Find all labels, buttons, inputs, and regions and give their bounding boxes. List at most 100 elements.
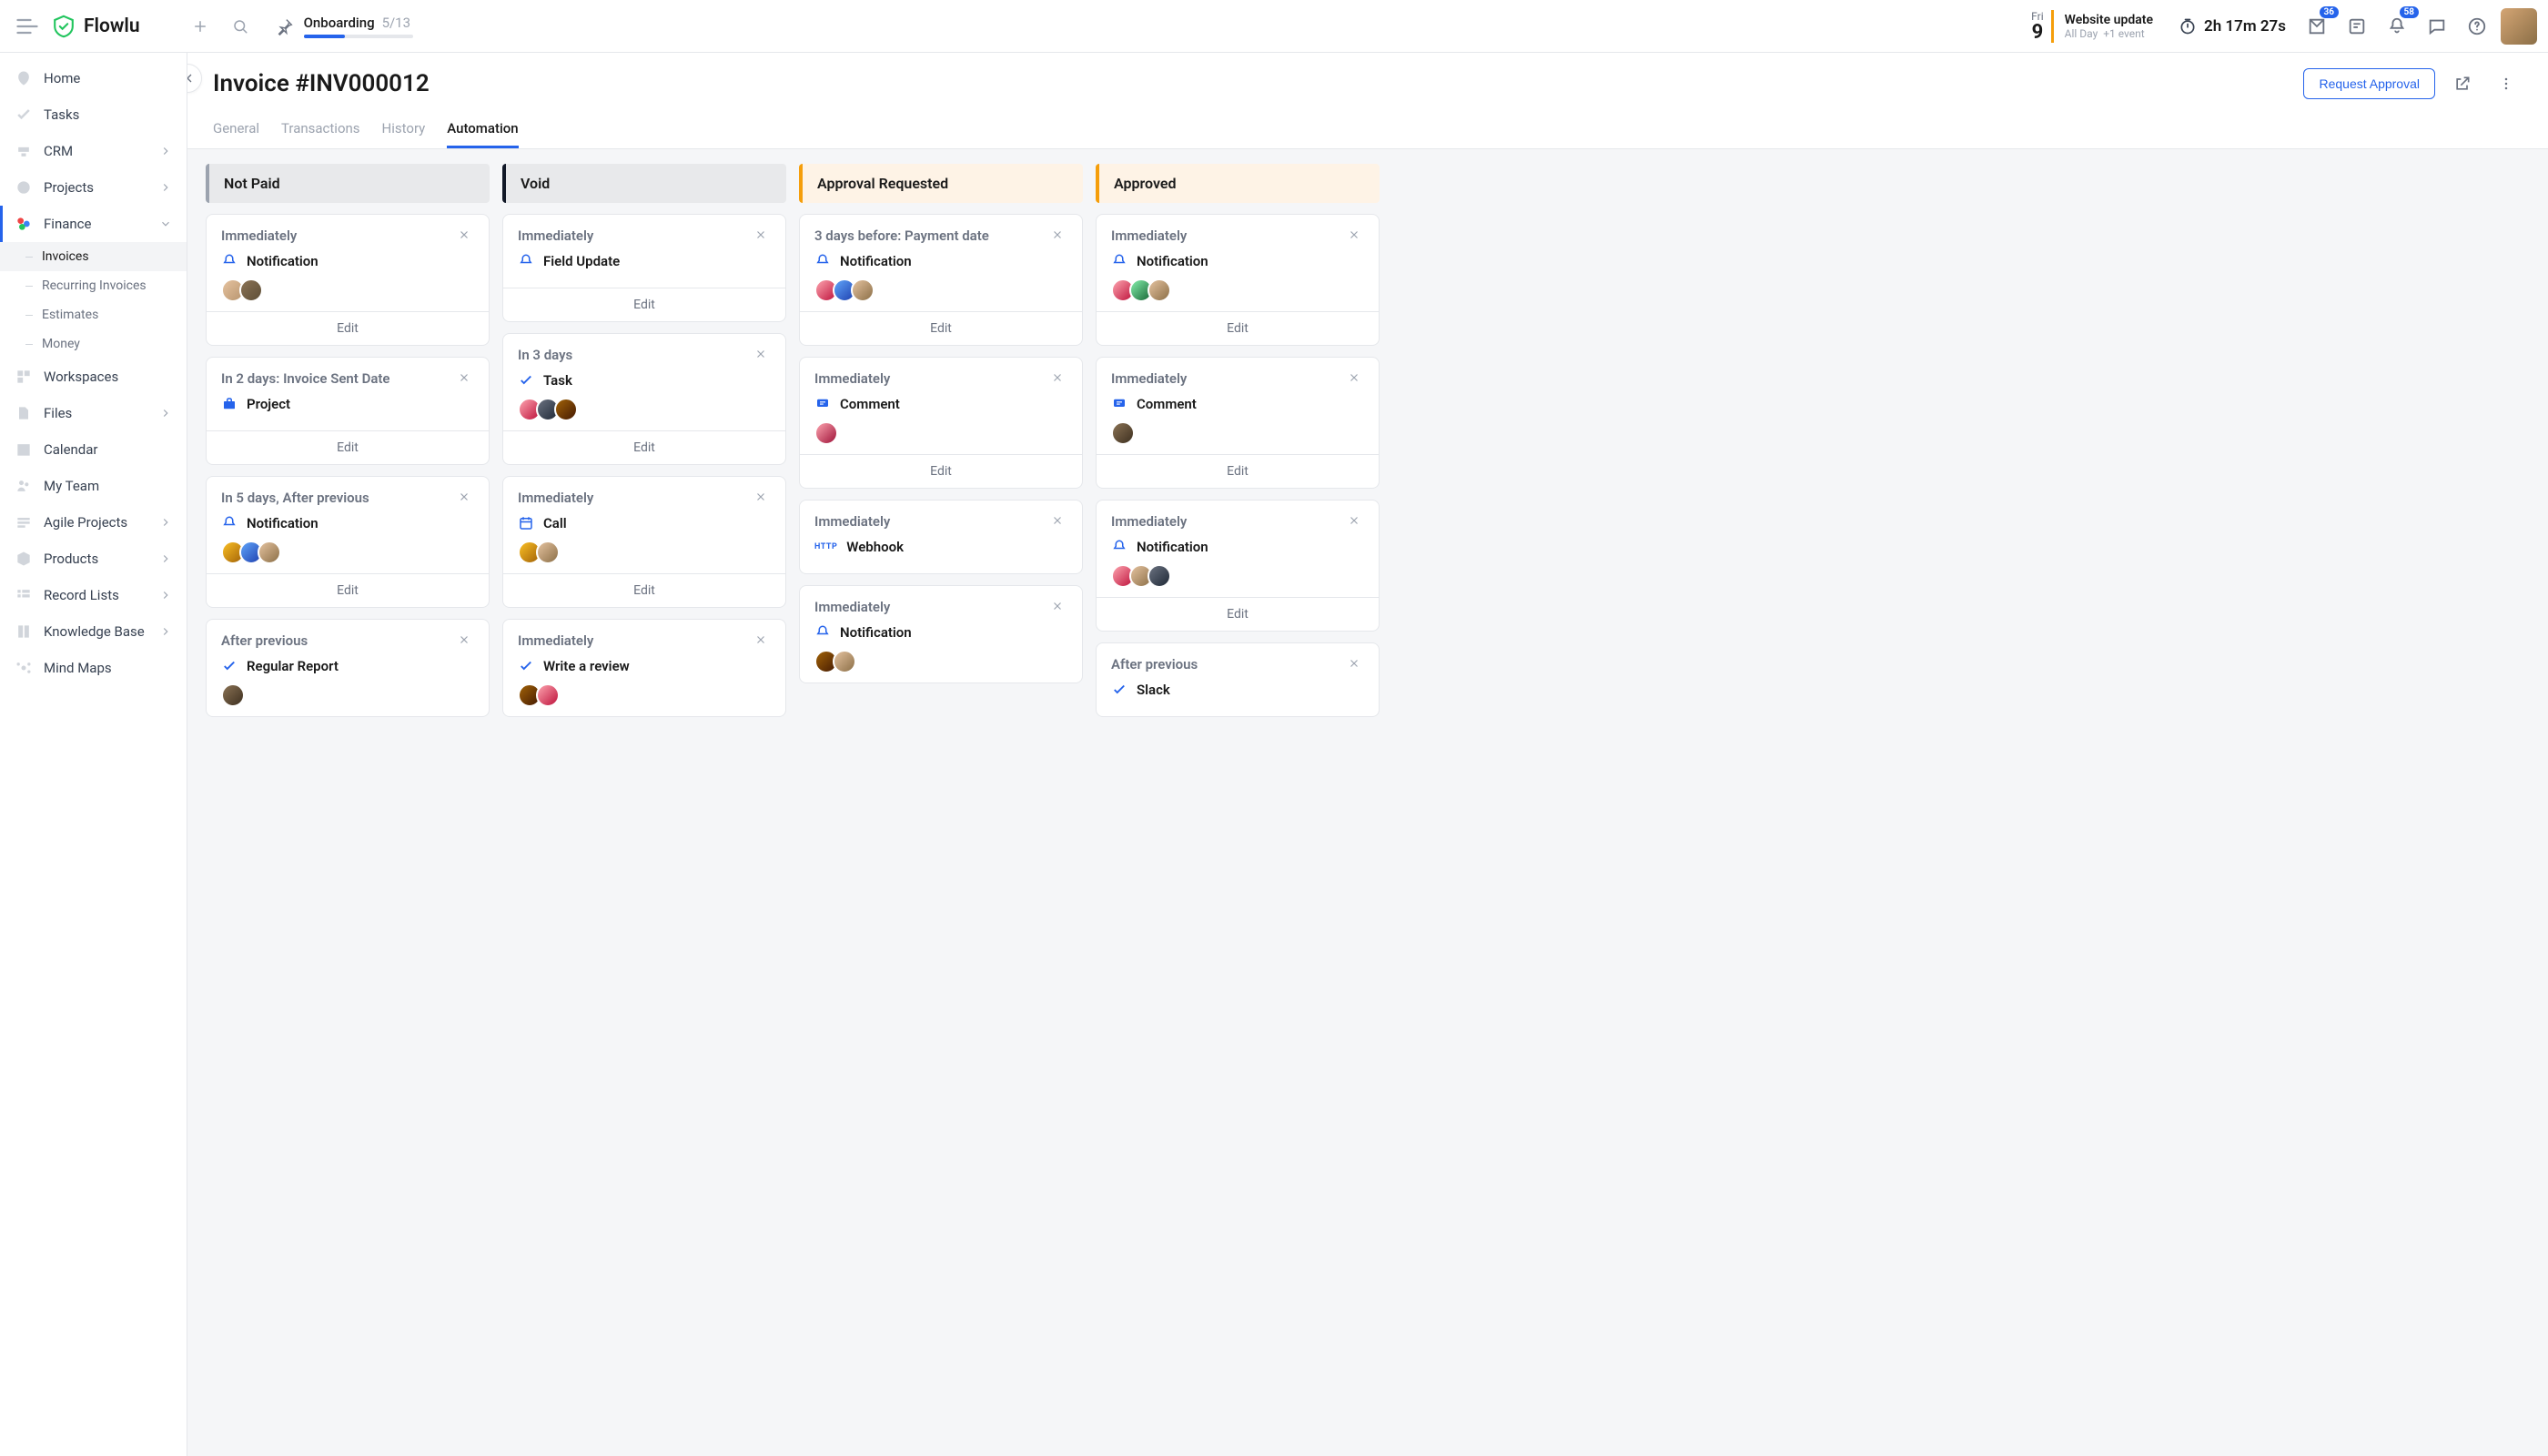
automation-board: Not Paid Immediately Notification Edit I… [187, 149, 2548, 1456]
card-close-icon[interactable] [1348, 370, 1364, 387]
sidebar-item-files[interactable]: Files [0, 395, 187, 431]
assignee-avatars [1111, 278, 1364, 302]
tab-automation[interactable]: Automation [447, 111, 518, 148]
comment-icon [814, 396, 831, 412]
card-edit-button[interactable]: Edit [1097, 597, 1379, 631]
sidebar-item-workspaces[interactable]: Workspaces [0, 359, 187, 395]
sidebar-sub-invoices[interactable]: Invoices [0, 242, 187, 271]
card-trigger: Immediately [221, 228, 297, 244]
brand-logo[interactable]: Flowlu [51, 14, 140, 39]
column-header: Not Paid [206, 164, 490, 203]
column-approved: Approved Immediately Notification Edit I… [1096, 164, 1380, 728]
tab-history[interactable]: History [382, 111, 426, 148]
card-close-icon[interactable] [1051, 599, 1067, 615]
sidebar-item-kb[interactable]: Knowledge Base [0, 613, 187, 650]
card-edit-button[interactable]: Edit [800, 311, 1082, 345]
onboarding-label: Onboarding [304, 15, 375, 31]
card-edit-button[interactable]: Edit [503, 573, 785, 607]
tab-transactions[interactable]: Transactions [281, 111, 360, 148]
inbox-icon[interactable]: 36 [2300, 10, 2333, 43]
automation-card: 3 days before: Payment date Notification… [799, 214, 1083, 346]
card-action-label: Field Update [543, 253, 620, 269]
sidebar-item-calendar[interactable]: Calendar [0, 431, 187, 468]
card-edit-button[interactable]: Edit [1097, 311, 1379, 345]
notes-icon[interactable] [2341, 10, 2373, 43]
sidebar-item-team[interactable]: My Team [0, 468, 187, 504]
onboarding-count: 5/13 [382, 15, 410, 31]
card-trigger: In 2 days: Invoice Sent Date [221, 370, 390, 387]
more-menu-icon[interactable] [2490, 67, 2523, 100]
event-widget[interactable]: Website update All Day +1 event [2051, 10, 2164, 43]
card-action-label: Call [543, 515, 567, 531]
card-close-icon[interactable] [1051, 513, 1067, 530]
sidebar: Home Tasks CRM Projects Finance Invoices… [0, 53, 187, 1456]
bell-icon [518, 253, 534, 269]
user-avatar[interactable] [2501, 8, 2537, 45]
card-trigger: Immediately [814, 513, 890, 530]
main-content: Invoice #INV000012 Request Approval Gene… [187, 53, 2548, 1456]
timer-value: 2h 17m 27s [2204, 17, 2286, 35]
sidebar-sub-recurring[interactable]: Recurring Invoices [0, 271, 187, 300]
card-close-icon[interactable] [458, 228, 474, 244]
card-edit-button[interactable]: Edit [1097, 454, 1379, 488]
column-header: Approval Requested [799, 164, 1083, 203]
card-edit-button[interactable]: Edit [207, 430, 489, 464]
automation-card: Immediately Comment Edit [1096, 357, 1380, 489]
inbox-badge: 36 [2320, 6, 2339, 18]
card-close-icon[interactable] [1051, 370, 1067, 387]
sidebar-item-records[interactable]: Record Lists [0, 577, 187, 613]
onboarding-widget[interactable]: Onboarding 5/13 [275, 14, 413, 38]
chat-icon[interactable] [2421, 10, 2453, 43]
external-link-icon[interactable] [2446, 67, 2479, 100]
card-edit-button[interactable]: Edit [800, 454, 1082, 488]
card-close-icon[interactable] [1051, 228, 1067, 244]
card-edit-button[interactable]: Edit [207, 573, 489, 607]
pin-icon [275, 16, 295, 36]
card-close-icon[interactable] [1348, 228, 1364, 244]
automation-card: Immediately HTTPWebhook [799, 500, 1083, 574]
search-icon[interactable] [224, 10, 257, 43]
card-close-icon[interactable] [754, 632, 771, 649]
chevron-right-icon [159, 516, 172, 529]
sidebar-item-finance[interactable]: Finance [0, 206, 187, 242]
card-action-label: Notification [840, 624, 912, 641]
sidebar-item-mind[interactable]: Mind Maps [0, 650, 187, 686]
card-close-icon[interactable] [458, 370, 474, 387]
card-action-label: Notification [1137, 253, 1208, 269]
card-close-icon[interactable] [1348, 513, 1364, 530]
brand-name: Flowlu [84, 15, 140, 37]
card-close-icon[interactable] [754, 347, 771, 363]
sidebar-item-tasks[interactable]: Tasks [0, 96, 187, 133]
nav-label: Finance [44, 216, 91, 232]
nav-label: Estimates [42, 308, 98, 322]
sidebar-item-home[interactable]: Home [0, 60, 187, 96]
sidebar-sub-money[interactable]: Money [0, 329, 187, 359]
card-action-label: Comment [1137, 396, 1197, 412]
request-approval-button[interactable]: Request Approval [2303, 68, 2435, 99]
card-close-icon[interactable] [458, 632, 474, 649]
card-trigger: Immediately [814, 599, 890, 615]
nav-label: Agile Projects [44, 514, 127, 531]
sidebar-item-products[interactable]: Products [0, 541, 187, 577]
tab-general[interactable]: General [213, 111, 259, 148]
sidebar-item-crm[interactable]: CRM [0, 133, 187, 169]
card-close-icon[interactable] [1348, 656, 1364, 672]
help-icon[interactable] [2461, 10, 2493, 43]
timer-widget[interactable]: 2h 17m 27s [2179, 17, 2286, 35]
card-trigger: Immediately [814, 370, 890, 387]
card-close-icon[interactable] [458, 490, 474, 506]
sidebar-item-agile[interactable]: Agile Projects [0, 504, 187, 541]
card-close-icon[interactable] [754, 490, 771, 506]
nav-label: Workspaces [44, 369, 118, 385]
card-edit-button[interactable]: Edit [503, 288, 785, 321]
card-edit-button[interactable]: Edit [207, 311, 489, 345]
menu-toggle-icon[interactable] [11, 10, 44, 43]
automation-card: In 3 days Task Edit [502, 333, 786, 465]
card-edit-button[interactable]: Edit [503, 430, 785, 464]
date-widget[interactable]: Fri 9 [2031, 10, 2043, 43]
card-close-icon[interactable] [754, 228, 771, 244]
bell-icon[interactable]: 58 [2381, 10, 2413, 43]
sidebar-item-projects[interactable]: Projects [0, 169, 187, 206]
add-icon[interactable] [184, 10, 217, 43]
sidebar-sub-estimates[interactable]: Estimates [0, 300, 187, 329]
